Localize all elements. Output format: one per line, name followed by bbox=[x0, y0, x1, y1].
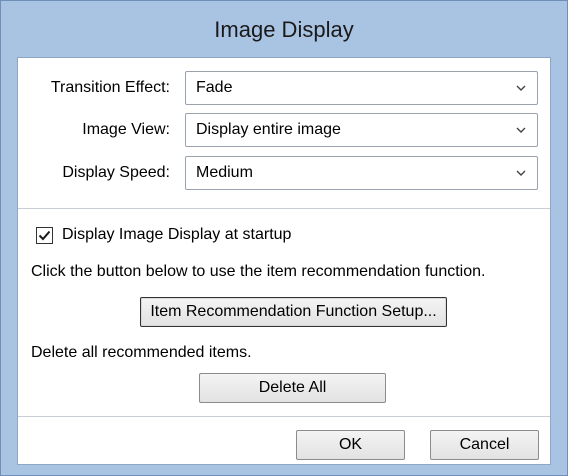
recommend-info-text: Click the button below to use the item r… bbox=[31, 263, 486, 280]
chevron-down-icon bbox=[515, 157, 527, 189]
transition-effect-dropdown[interactable]: Fade bbox=[185, 71, 538, 105]
delete-all-button[interactable]: Delete All bbox=[199, 373, 386, 403]
transition-effect-label: Transition Effect: bbox=[50, 79, 170, 96]
recommendation-setup-button[interactable]: Item Recommendation Function Setup... bbox=[140, 297, 447, 327]
dialog-title: Image Display bbox=[214, 17, 354, 42]
checkmark-icon bbox=[38, 230, 51, 240]
startup-checkbox[interactable] bbox=[36, 226, 53, 244]
image-view-dropdown[interactable]: Display entire image bbox=[185, 113, 538, 147]
separator bbox=[18, 208, 550, 209]
display-speed-label: Display Speed: bbox=[62, 164, 170, 181]
delete-info-text: Delete all recommended items. bbox=[31, 344, 252, 361]
display-speed-dropdown[interactable]: Medium bbox=[185, 156, 538, 190]
dialog-body: Transition Effect: Fade Image View: Disp… bbox=[17, 57, 551, 465]
startup-checkbox-row[interactable]: Display Image Display at startup bbox=[36, 226, 291, 244]
image-view-value: Display entire image bbox=[196, 121, 341, 138]
startup-checkbox-label: Display Image Display at startup bbox=[62, 226, 292, 243]
cancel-button[interactable]: Cancel bbox=[430, 430, 539, 460]
chevron-down-icon bbox=[515, 114, 527, 146]
transition-effect-value: Fade bbox=[196, 79, 233, 96]
separator bbox=[18, 416, 550, 417]
ok-button[interactable]: OK bbox=[296, 430, 405, 460]
dialog-window: Image Display Transition Effect: Fade Im… bbox=[0, 0, 568, 476]
display-speed-value: Medium bbox=[196, 164, 253, 181]
image-view-label: Image View: bbox=[82, 121, 170, 138]
chevron-down-icon bbox=[515, 72, 527, 104]
